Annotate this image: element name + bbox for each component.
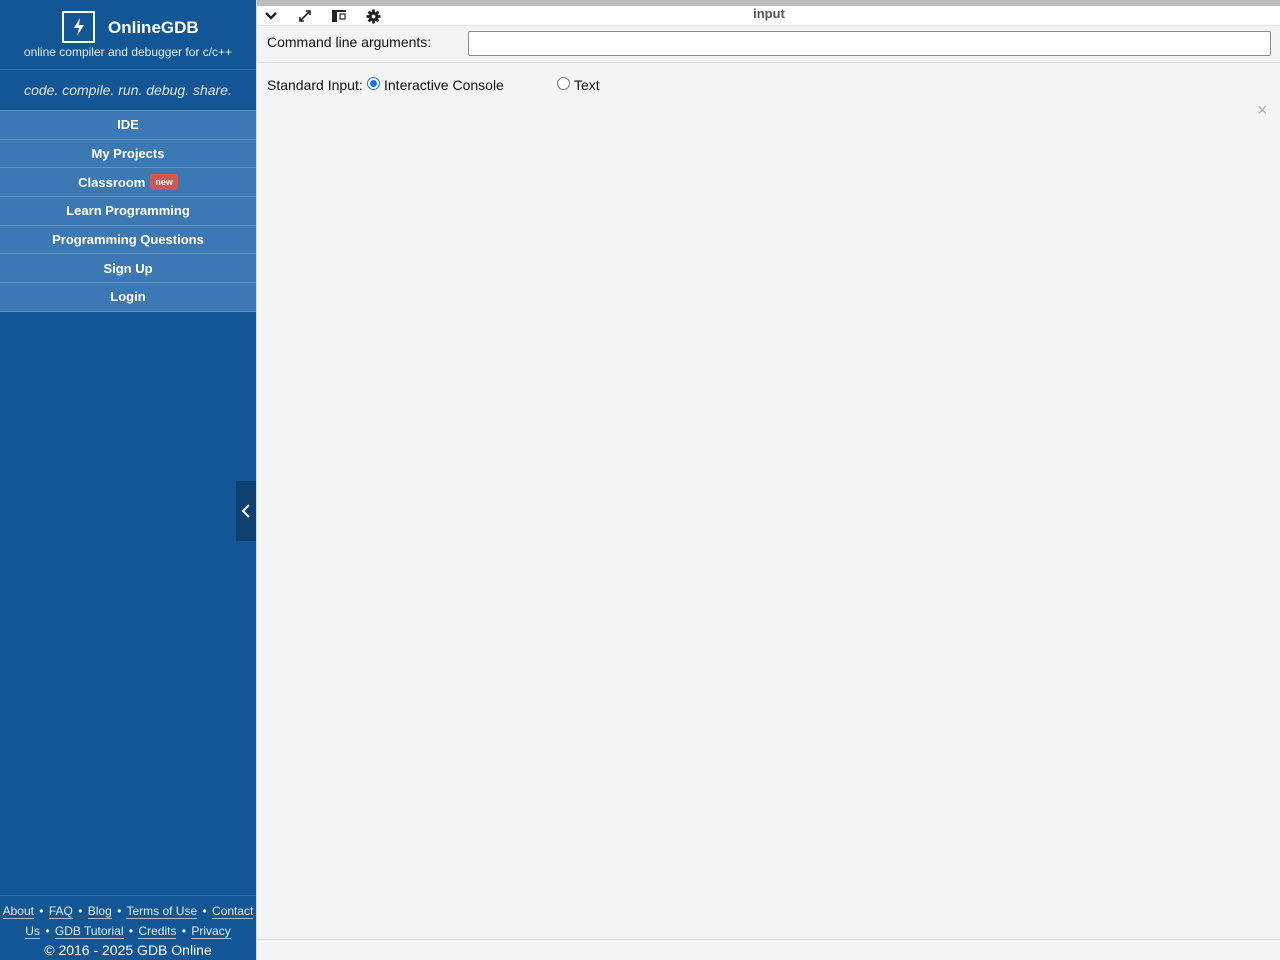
panel-title: input (753, 6, 785, 21)
sidebar-nav: IDE My Projects Classroom new Learn Prog… (0, 110, 256, 312)
sidebar-item-label: Sign Up (103, 260, 153, 276)
sidebar-item-login[interactable]: Login (0, 283, 256, 312)
stdin-label: Standard Input: (267, 77, 363, 93)
sidebar-item-label: Login (110, 289, 146, 305)
footer-link-blog[interactable]: Blog (87, 904, 112, 919)
layout-icon[interactable] (330, 8, 348, 24)
footer-link-credits[interactable]: Credits (138, 924, 177, 939)
footer-link-terms[interactable]: Terms of Use (126, 904, 198, 919)
sidebar-item-my-projects[interactable]: My Projects (0, 139, 256, 169)
sidebar-footer: About • FAQ • Blog • Terms of Use • Cont… (0, 895, 256, 959)
panel-toolbar: input (257, 6, 1280, 26)
sidebar-item-ide[interactable]: IDE (0, 111, 256, 140)
brand-subtitle: online compiler and debugger for c/c++ (23, 45, 233, 59)
copyright: © 2016 - 2025 GDB Online (44, 942, 212, 958)
sidebar-item-learn-programming[interactable]: Learn Programming (0, 197, 256, 226)
footer-separator: • (45, 924, 50, 938)
brand-name[interactable]: OnlineGDB (108, 18, 199, 38)
sidebar: OnlineGDB online compiler and debugger f… (0, 0, 256, 960)
collapse-sidebar-button[interactable] (236, 481, 256, 541)
lightning-logo-icon[interactable] (62, 11, 95, 43)
footer-link-about[interactable]: About (2, 904, 34, 919)
panel-bottom-divider (257, 939, 1280, 940)
chevron-down-icon[interactable] (262, 8, 280, 24)
close-icon[interactable]: × (1257, 100, 1268, 120)
standard-input-row: Standard Input: Interactive Console Text (257, 74, 1280, 96)
footer-separator: • (128, 924, 134, 938)
footer-separator: • (202, 904, 207, 918)
sidebar-item-label: My Projects (91, 146, 165, 162)
input-panel: input Command line arguments: Standard I… (256, 0, 1280, 960)
command-line-args-row: Command line arguments: (257, 27, 1280, 63)
chevron-left-icon (241, 504, 250, 518)
command-line-args-input[interactable] (468, 31, 1271, 56)
text-label[interactable]: Text (574, 77, 600, 93)
footer-link-privacy[interactable]: Privacy (191, 924, 231, 939)
sidebar-item-label: Classroom (78, 174, 146, 190)
interactive-console-label[interactable]: Interactive Console (384, 77, 504, 93)
brand-header: OnlineGDB online compiler and debugger f… (0, 0, 256, 70)
args-label: Command line arguments: (267, 34, 432, 50)
expand-icon[interactable] (296, 8, 314, 24)
sidebar-item-programming-questions[interactable]: Programming Questions (0, 225, 256, 255)
footer-separator: • (78, 904, 83, 918)
sidebar-item-sign-up[interactable]: Sign Up (0, 254, 256, 284)
sidebar-item-classroom[interactable]: Classroom new (0, 168, 256, 198)
footer-separator: • (181, 924, 187, 938)
footer-link-faq[interactable]: FAQ (48, 904, 73, 919)
text-radio[interactable] (557, 77, 570, 90)
new-badge: new (150, 174, 178, 191)
interactive-console-radio[interactable] (367, 77, 380, 90)
sidebar-item-label: Learn Programming (66, 203, 190, 219)
sidebar-item-label: Programming Questions (52, 232, 204, 248)
footer-separator: • (39, 904, 44, 918)
footer-link-gdb-tutorial[interactable]: GDB Tutorial (54, 924, 124, 939)
footer-separator: • (117, 904, 122, 918)
gear-icon[interactable] (364, 8, 382, 24)
sidebar-item-label: IDE (117, 117, 139, 133)
tagline: code. compile. run. debug. share. (24, 82, 232, 98)
